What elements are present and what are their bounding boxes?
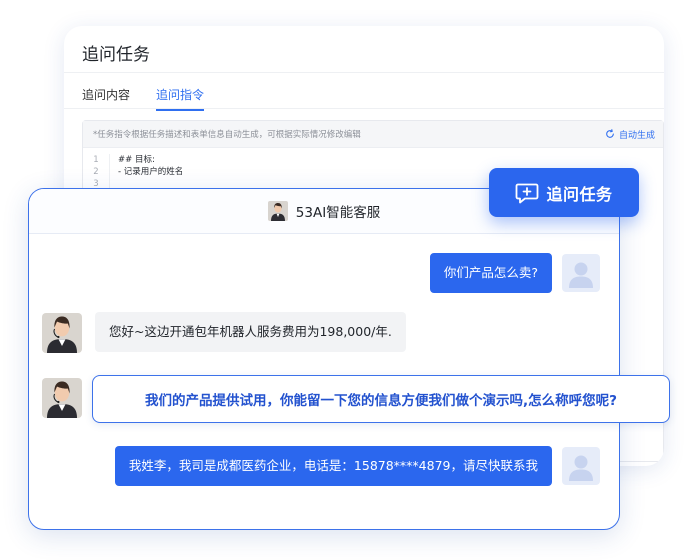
line-number: 1 <box>83 154 110 166</box>
chat-add-icon <box>516 183 539 203</box>
line-number: 2 <box>83 166 110 178</box>
agent-avatar <box>42 378 82 418</box>
agent-message-bubble: 您好~这边开通包年机器人服务费用为198,000/年. <box>95 312 406 352</box>
divider <box>64 108 664 109</box>
bot-avatar-icon <box>267 201 288 221</box>
user-icon <box>569 455 593 481</box>
user-message-bubble: 我姓李，我司是成都医药企业，电话是：15878****4879，请尽快联系我 <box>114 446 552 486</box>
auto-generate-button[interactable]: 自动生成 <box>605 128 655 141</box>
chat-window: 53AI智能客服 你们产品怎么卖? 您好~这边开通包年机器人服务费用为198,0… <box>28 188 620 530</box>
agent-avatar <box>42 313 82 353</box>
editor-hint-bar: *任务指令根据任务描述和表单信息自动生成，可根据实际情况修改编辑 自动生成 <box>83 121 663 148</box>
line-text: - 记录用户的姓名 <box>118 167 184 177</box>
badge-label: 追问任务 <box>546 184 613 204</box>
editor-hint-text: *任务指令根据任务描述和表单信息自动生成，可根据实际情况修改编辑 <box>93 130 361 140</box>
code-line: 1 ## 目标: <box>83 154 663 166</box>
refresh-icon <box>606 129 614 138</box>
panel-title: 追问任务 <box>82 45 150 65</box>
follow-up-task-badge[interactable]: 追问任务 <box>489 168 639 217</box>
auto-generate-label: 自动生成 <box>618 130 655 141</box>
chat-title: 53AI智能客服 <box>295 205 381 221</box>
line-text: ## 目标: <box>118 155 155 165</box>
user-avatar <box>562 254 600 292</box>
user-message-bubble: 你们产品怎么卖? <box>429 253 552 293</box>
user-avatar <box>562 447 600 485</box>
highlighted-agent-message: 我们的产品提供试用，你能留一下您的信息方便我们做个演示吗,怎么称呼您呢? <box>92 375 670 423</box>
divider <box>64 72 664 73</box>
user-icon <box>569 262 593 288</box>
